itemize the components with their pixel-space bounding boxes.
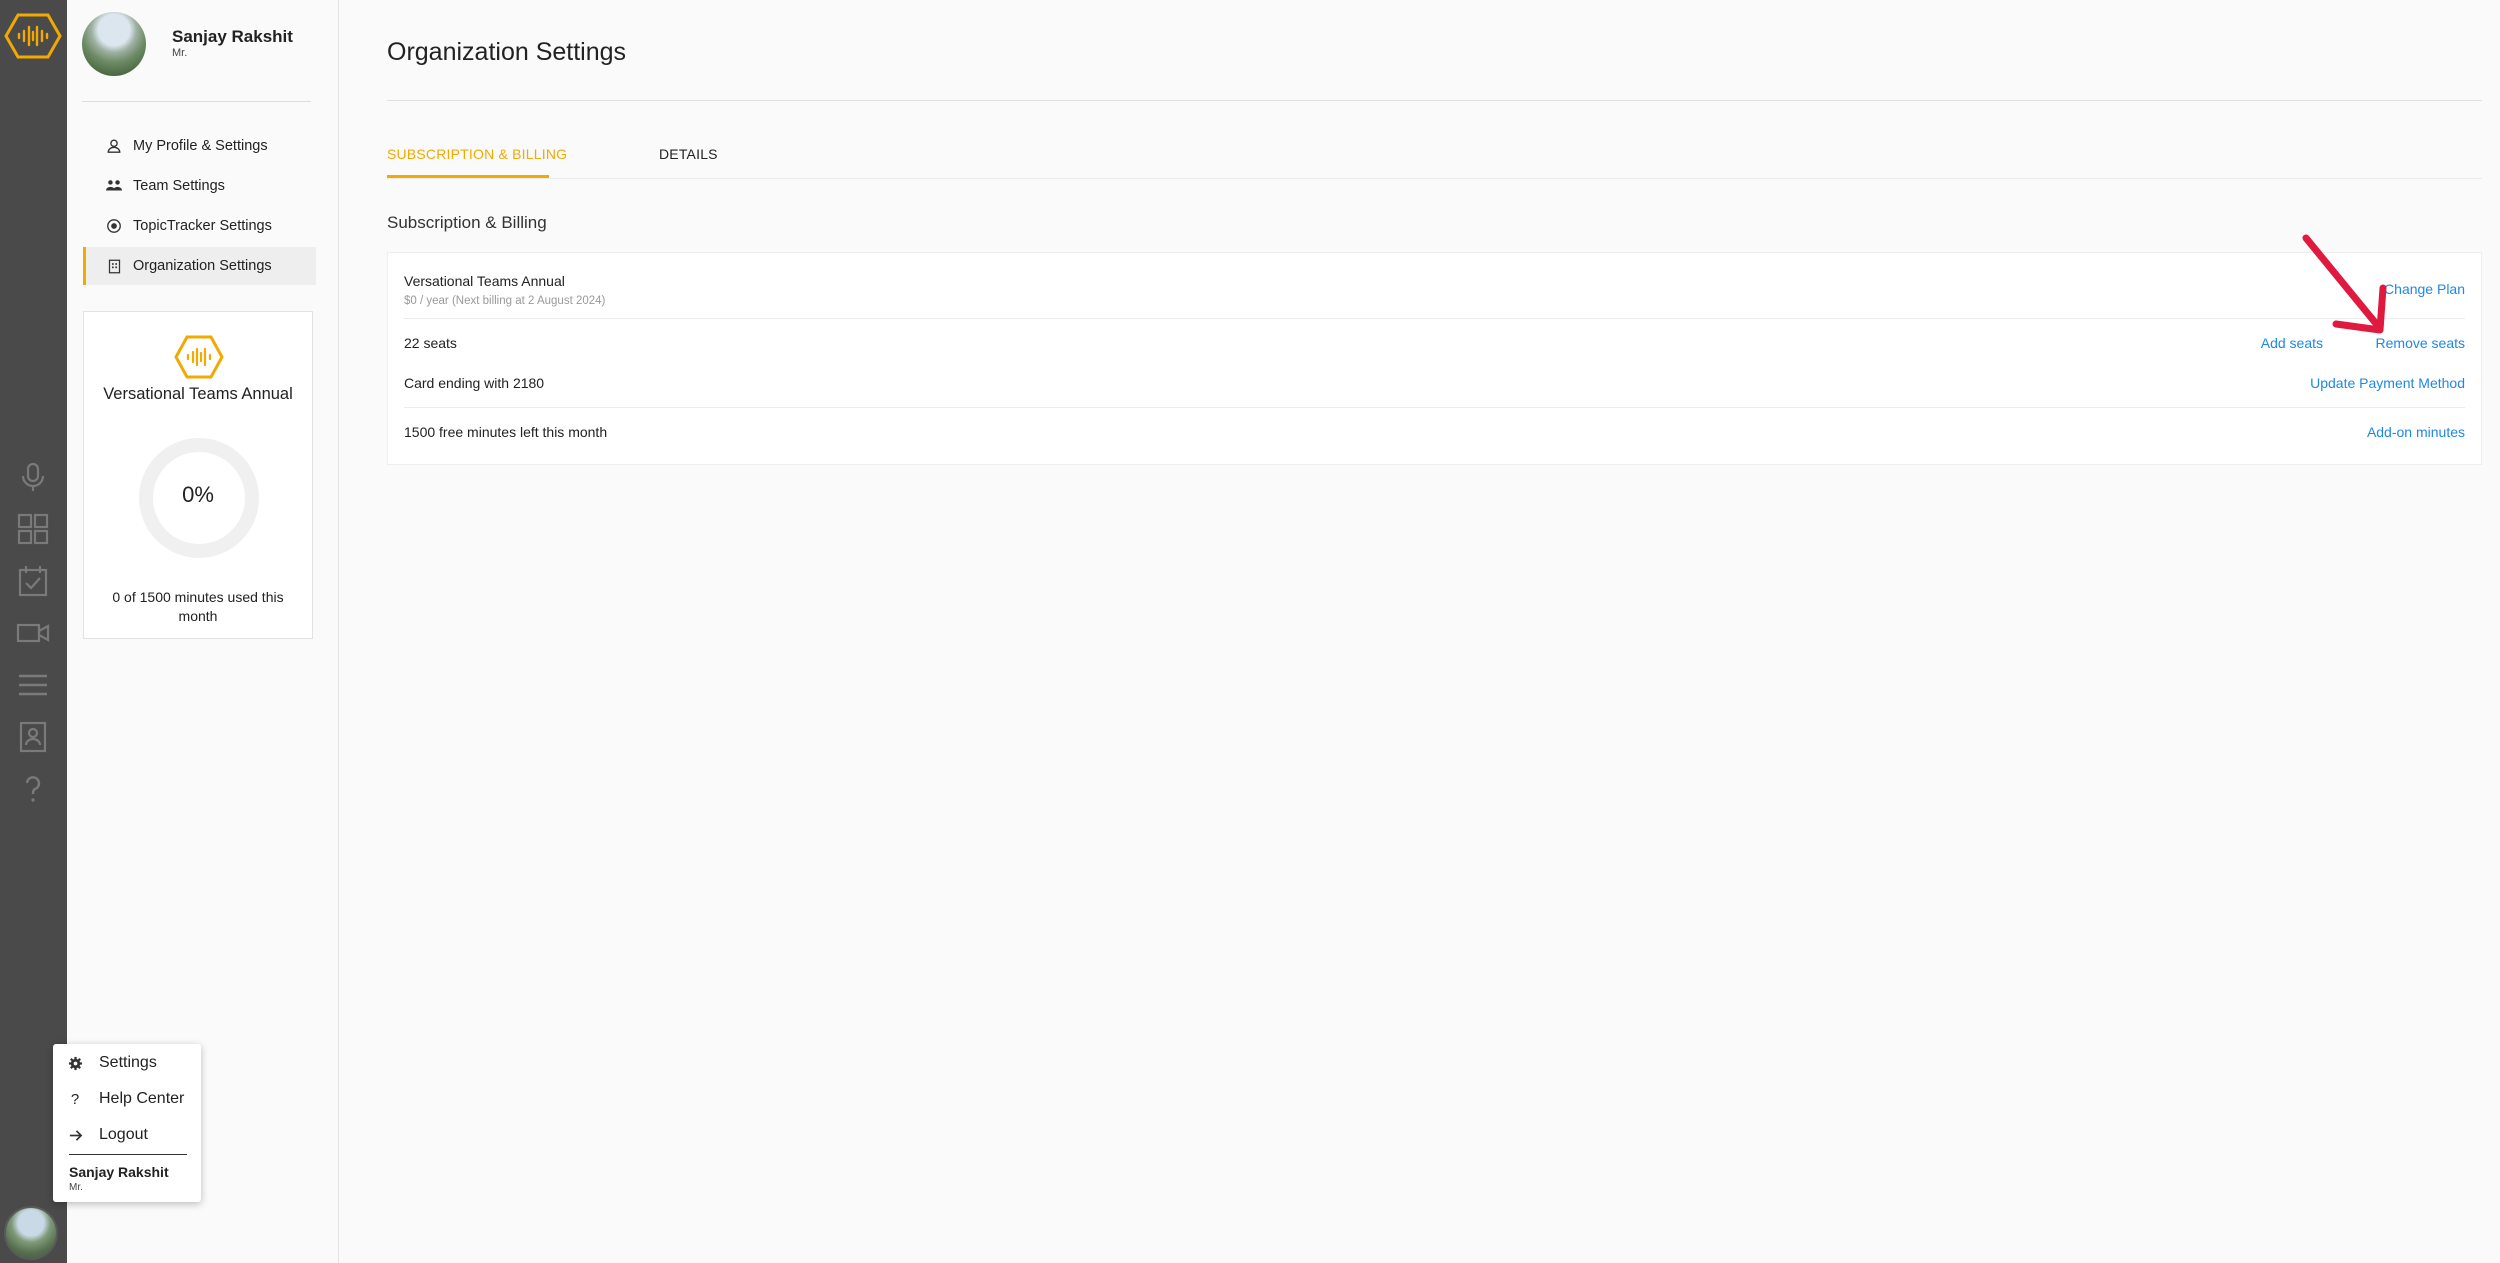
- profile-avatar: [82, 12, 146, 76]
- page-title: Organization Settings: [387, 38, 627, 66]
- sidebar-item-label: TopicTracker Settings: [133, 218, 272, 234]
- menu-item-logout[interactable]: Logout: [67, 1120, 148, 1150]
- menu-item-label: Settings: [99, 1054, 157, 1071]
- microphone-icon[interactable]: [10, 457, 56, 497]
- sidebar-item-label: Organization Settings: [133, 258, 272, 274]
- add-on-minutes-link[interactable]: Add-on minutes: [2367, 424, 2465, 440]
- usage-text: 0 of 1500 minutes used this month: [112, 589, 284, 624]
- popup-user-name: Sanjay Rakshit: [69, 1164, 169, 1180]
- annotation-arrow-icon: [2302, 234, 2387, 334]
- profile-name: Sanjay Rakshit: [172, 27, 293, 46]
- menu-item-help-center[interactable]: ? Help Center: [67, 1084, 185, 1114]
- sidebar-item-my-profile[interactable]: My Profile & Settings: [83, 127, 313, 165]
- target-icon: [105, 217, 123, 235]
- usage-percent: 0%: [182, 482, 214, 507]
- gear-icon: [67, 1056, 83, 1071]
- video-camera-icon[interactable]: [10, 613, 56, 653]
- sidebar-item-label: Team Settings: [133, 178, 225, 194]
- versational-logo-icon: [174, 334, 224, 380]
- user-avatar[interactable]: [4, 1206, 58, 1260]
- calendar-check-icon[interactable]: [10, 561, 56, 601]
- divider: [387, 100, 2482, 101]
- building-icon: [105, 257, 123, 275]
- sidebar-item-label: My Profile & Settings: [133, 138, 268, 154]
- arrow-right-icon: [67, 1128, 83, 1143]
- tab-details[interactable]: DETAILS: [659, 146, 718, 162]
- sidebar-item-topictracker[interactable]: TopicTracker Settings: [83, 207, 313, 245]
- divider: [404, 407, 2465, 408]
- person-icon: [105, 137, 123, 155]
- plan-name: Versational Teams Annual: [404, 273, 565, 289]
- plan-detail: $0 / year (Next billing at 2 August 2024…: [404, 295, 606, 307]
- divider: [82, 101, 311, 102]
- section-title: Subscription & Billing: [387, 213, 547, 232]
- menu-item-settings[interactable]: Settings: [67, 1048, 157, 1078]
- menu-item-label: Help Center: [99, 1090, 185, 1107]
- free-minutes-text: 1500 free minutes left this month: [404, 424, 608, 440]
- divider: [69, 1154, 187, 1155]
- divider: [387, 178, 2482, 179]
- dashboard-grid-icon[interactable]: [10, 509, 56, 549]
- billing-card: Versational Teams Annual $0 / year (Next…: [387, 252, 2482, 465]
- popup-user-title: Mr.: [69, 1182, 83, 1193]
- account-popup-menu: Settings ? Help Center Logout Sanjay Rak…: [53, 1044, 201, 1202]
- active-tab-indicator: [387, 175, 549, 178]
- menu-item-label: Logout: [99, 1126, 148, 1143]
- list-menu-icon[interactable]: [10, 665, 56, 705]
- team-icon: [105, 177, 123, 195]
- app-logo-icon[interactable]: [4, 12, 62, 60]
- sidebar-item-team-settings[interactable]: Team Settings: [83, 167, 313, 205]
- profile-title: Mr.: [172, 47, 188, 59]
- divider: [404, 318, 2465, 319]
- card-info: Card ending with 2180: [404, 375, 545, 391]
- update-payment-method-link[interactable]: Update Payment Method: [2310, 375, 2465, 391]
- question-icon: ?: [70, 1090, 80, 1108]
- tab-subscription-billing[interactable]: SUBSCRIPTION & BILLING: [387, 146, 567, 162]
- sidebar-item-organization-settings[interactable]: Organization Settings: [83, 247, 316, 285]
- seats-count: 22 seats: [404, 335, 457, 351]
- plan-name: Versational Teams Annual: [103, 385, 293, 403]
- help-question-icon[interactable]: [10, 769, 56, 809]
- plan-usage-card: Versational Teams Annual 0% 0 of 1500 mi…: [83, 311, 313, 639]
- contact-book-icon[interactable]: [10, 717, 56, 757]
